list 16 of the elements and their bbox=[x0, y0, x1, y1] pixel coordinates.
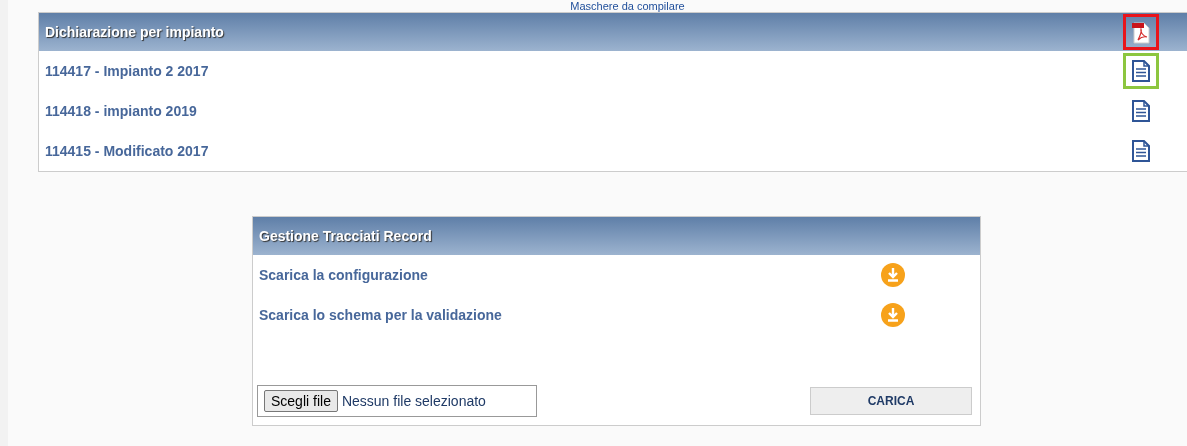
declaration-link[interactable]: 114415 - Modificato 2017 bbox=[45, 143, 209, 159]
declaration-link[interactable]: 114417 - Impianto 2 2017 bbox=[45, 63, 209, 79]
choose-file-button[interactable]: Scegli file bbox=[264, 390, 338, 412]
declaration-link[interactable]: 114418 - impianto 2019 bbox=[45, 103, 197, 119]
pdf-icon[interactable] bbox=[1130, 20, 1152, 44]
file-status: Nessun file selezionato bbox=[341, 393, 486, 409]
file-input[interactable]: Scegli file Nessun file selezionato bbox=[257, 385, 537, 417]
download-link[interactable]: Scarica lo schema per la validazione bbox=[259, 307, 502, 323]
document-icon[interactable] bbox=[1131, 140, 1151, 162]
document-icon[interactable] bbox=[1131, 100, 1151, 122]
panel-title: Dichiarazione per impianto bbox=[45, 24, 224, 40]
download-link[interactable]: Scarica la configurazione bbox=[259, 267, 428, 283]
document-icon[interactable] bbox=[1131, 60, 1151, 82]
panel-title: Gestione Tracciati Record bbox=[259, 228, 432, 244]
upload-button[interactable]: CARICA bbox=[810, 387, 972, 415]
masks-link[interactable]: Maschere da compilare bbox=[570, 0, 685, 12]
